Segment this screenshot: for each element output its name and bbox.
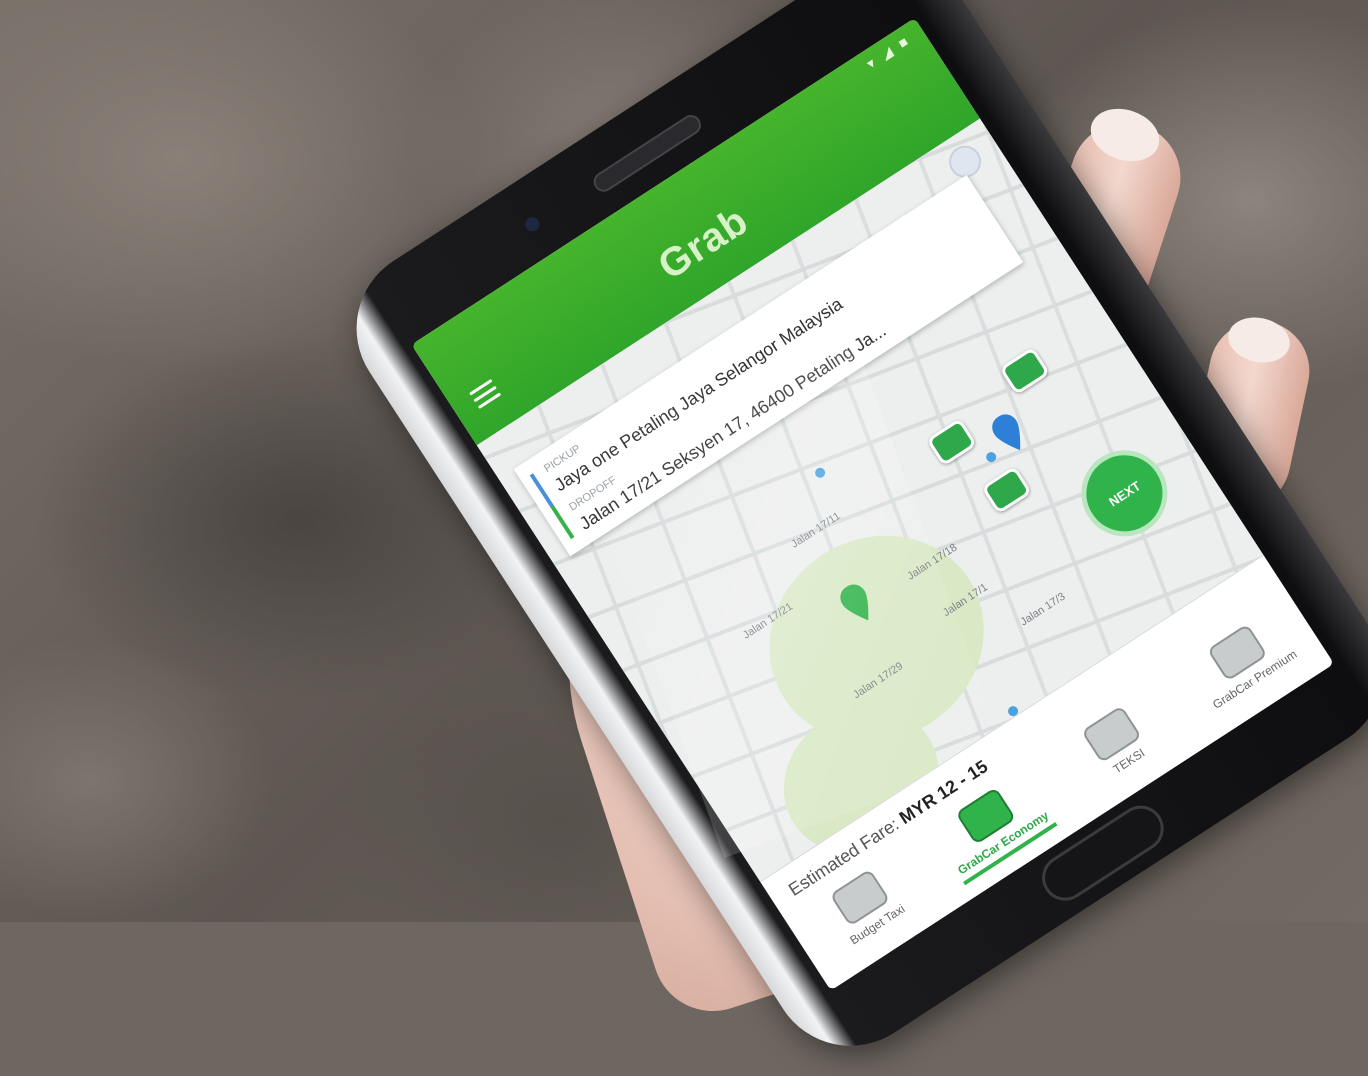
dropoff-pin-icon	[992, 414, 1021, 451]
road-label: Jalan 17/3	[1018, 590, 1068, 629]
nearby-car-icon	[926, 417, 978, 467]
location-dot	[984, 450, 999, 464]
location-dot	[813, 465, 828, 480]
nearby-car-icon	[999, 346, 1051, 396]
road-label: Jalan 17/11	[789, 510, 843, 551]
nearby-car-icon	[981, 465, 1033, 515]
